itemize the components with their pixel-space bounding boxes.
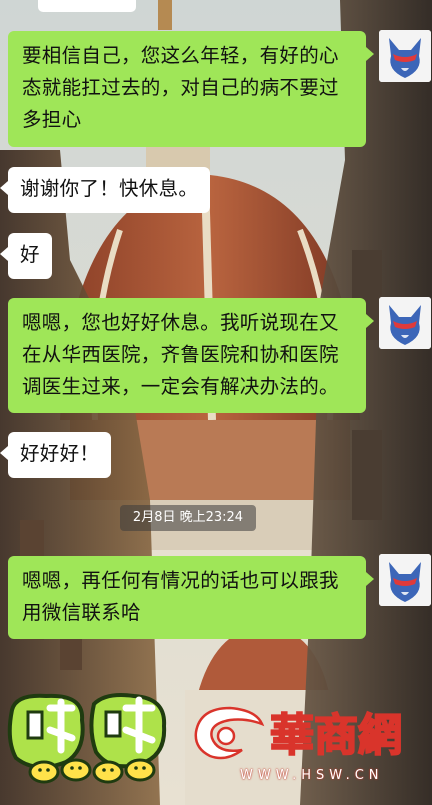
message-text: 嗯嗯，您也好好休息。我听说现在又在从华西医院，齐鲁医院和协和医院调医生过来，一定… — [22, 311, 339, 398]
user-avatar-fox-icon[interactable] — [379, 30, 431, 82]
watermark-url: WWW.HSW.CN — [240, 768, 384, 783]
sent-message-bubble[interactable]: 嗯嗯，再任何有情况的话也可以跟我用微信联系哈 — [8, 556, 374, 639]
partial-message-bubble — [38, 0, 136, 12]
chick-sticker-icon[interactable] — [6, 690, 170, 792]
sent-message-bubble[interactable]: 嗯嗯，您也好好休息。我听说现在又在从华西医院，齐鲁医院和协和医院调医生过来，一定… — [8, 298, 374, 413]
sent-message-bubble[interactable]: 要相信自己，您这么年轻，有好的心态就能扛过去的，对自己的病不要过多担心 — [8, 31, 374, 147]
received-message-bubble[interactable]: 好好好！ — [0, 432, 112, 478]
message-text: 要相信自己，您这么年轻，有好的心态就能扛过去的，对自己的病不要过多担心 — [22, 44, 339, 131]
message-text: 好好好！ — [20, 442, 100, 465]
message-text: 好 — [20, 243, 40, 266]
message-text: 嗯嗯，再任何有情况的话也可以跟我用微信联系哈 — [22, 569, 339, 624]
chat-thread[interactable]: 要相信自己，您这么年轻，有好的心态就能扛过去的，对自己的病不要过多担心 谢谢你了… — [0, 0, 432, 805]
watermark-brand-text: 華商網 — [270, 710, 402, 761]
received-message-bubble[interactable]: 好 — [0, 233, 52, 279]
message-timestamp: 2月8日 晚上23:24 — [120, 505, 256, 531]
user-avatar-fox-icon[interactable] — [379, 297, 431, 349]
message-text: 谢谢你了！快休息。 — [20, 177, 199, 200]
hsw-logo-icon: 華商網 — [190, 698, 426, 772]
user-avatar-fox-icon[interactable] — [379, 554, 431, 606]
received-message-bubble[interactable]: 谢谢你了！快休息。 — [0, 167, 211, 213]
